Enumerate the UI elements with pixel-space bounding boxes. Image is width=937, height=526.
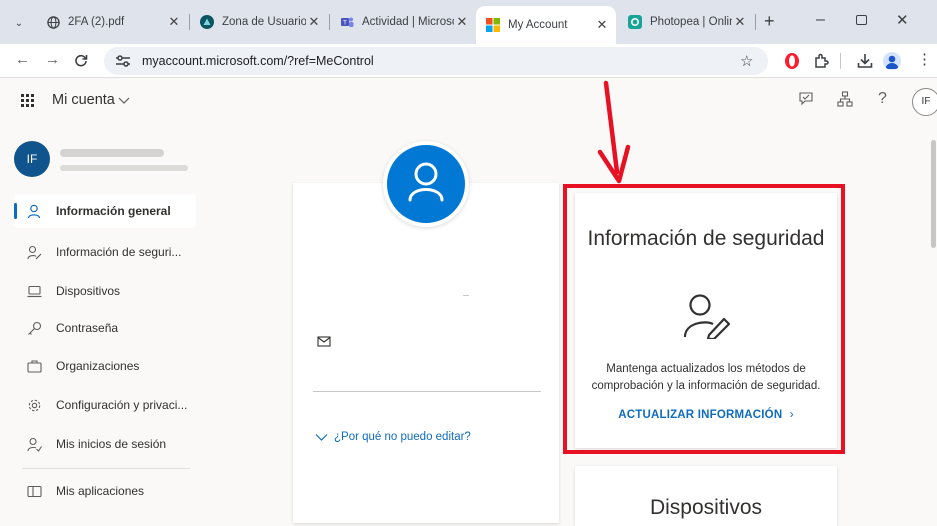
svg-text:T: T xyxy=(342,20,347,27)
tab-title: Actividad | Microsoft xyxy=(362,16,454,28)
opera-icon[interactable] xyxy=(784,52,800,70)
organization-icon[interactable] xyxy=(837,91,853,107)
sidebar-item-informacion-seguridad[interactable]: Información de seguri... xyxy=(14,235,196,269)
sidebar-item-label: Organizaciones xyxy=(56,359,140,373)
app-launcher-icon[interactable] xyxy=(21,94,34,107)
help-icon[interactable]: ? xyxy=(878,90,887,108)
reload-icon[interactable] xyxy=(74,53,88,67)
tab-title: 2FA (2).pdf xyxy=(68,16,125,28)
sidebar-item-label: Dispositivos xyxy=(56,284,121,298)
tab-photopea[interactable]: Photopea | Online ✕ xyxy=(618,8,754,36)
sidebar-item-informacion-general[interactable]: Información general xyxy=(14,194,196,228)
close-window-icon[interactable]: ✕ xyxy=(896,11,909,29)
person-signin-icon xyxy=(26,436,42,452)
back-arrow-icon[interactable]: ← xyxy=(15,51,30,68)
app-title[interactable]: Mi cuenta xyxy=(52,92,115,108)
chevron-down-icon xyxy=(315,433,328,441)
redacted-username xyxy=(60,149,164,157)
key-icon xyxy=(26,320,42,336)
restore-icon[interactable] xyxy=(856,15,867,25)
tab-2fa-pdf[interactable]: 2FA (2).pdf ✕ xyxy=(36,8,188,36)
photopea-icon xyxy=(628,15,642,29)
chevron-down-icon[interactable] xyxy=(118,95,130,105)
sidebar-item-label: Mis inicios de sesión xyxy=(56,437,167,451)
profile-icon[interactable] xyxy=(883,52,901,70)
globe-icon xyxy=(46,15,60,29)
highlight-box xyxy=(563,184,845,454)
sidebar-divider xyxy=(22,468,190,469)
page-scrollbar[interactable] xyxy=(931,140,936,248)
bookmark-star-icon[interactable]: ☆ xyxy=(740,52,753,70)
close-icon[interactable]: ✕ xyxy=(166,14,182,30)
mail-icon xyxy=(317,336,331,347)
person-icon xyxy=(408,162,444,202)
close-icon[interactable]: ✕ xyxy=(594,17,610,33)
why-cant-edit-text: ¿Por qué no puedo editar? xyxy=(334,431,471,443)
user-avatar: IF xyxy=(14,141,50,177)
tab-separator xyxy=(755,14,756,30)
extensions-puzzle-icon[interactable] xyxy=(813,53,829,69)
sidebar-item-label: Configuración y privaci... xyxy=(56,398,188,412)
more-menu-icon[interactable]: ⋮ xyxy=(917,51,932,69)
header-avatar[interactable]: IF xyxy=(912,88,937,116)
person-icon xyxy=(26,203,42,219)
tab-zona-usuarios[interactable]: Zona de Usuarios ✕ xyxy=(190,8,328,36)
browser-toolbar: ← → myaccount.microsoft.com/?ref=MeContr… xyxy=(0,44,937,78)
feedback-icon[interactable] xyxy=(798,91,814,107)
microsoft-logo-icon xyxy=(486,18,500,32)
profile-divider xyxy=(313,391,541,392)
tab-title: My Account xyxy=(508,19,568,31)
sidebar-item-label: Mis aplicaciones xyxy=(56,484,145,498)
briefcase-icon xyxy=(26,358,42,374)
laptop-icon xyxy=(26,283,42,299)
app-header: Mi cuenta ? IF xyxy=(0,78,937,124)
why-cant-edit-link[interactable]: ¿Por qué no puedo editar? xyxy=(315,431,471,443)
person-key-icon xyxy=(26,244,42,260)
close-icon[interactable]: ✕ xyxy=(732,14,748,30)
site-settings-icon[interactable] xyxy=(116,55,130,67)
profile-photo[interactable] xyxy=(383,141,469,227)
sidebar-item-contrasena[interactable]: Contraseña xyxy=(14,311,196,345)
forward-arrow-icon[interactable]: → xyxy=(45,51,60,68)
annotation-arrow xyxy=(592,80,632,188)
sidebar-item-label: Contraseña xyxy=(56,321,119,335)
redacted-email xyxy=(60,165,188,171)
sidebar-item-mis-inicios-sesion[interactable]: Mis inicios de sesión xyxy=(14,427,196,461)
sidebar-item-dispositivos[interactable]: Dispositivos xyxy=(14,274,196,308)
teams-icon: T xyxy=(340,15,354,29)
minimize-icon[interactable]: – xyxy=(816,11,825,29)
sidebar-item-organizaciones[interactable]: Organizaciones xyxy=(14,349,196,383)
settings-icon xyxy=(26,397,42,413)
toolbar-divider xyxy=(840,53,841,69)
tab-title: Photopea | Online xyxy=(650,16,732,28)
sidebar-item-mis-aplicaciones[interactable]: Mis aplicaciones xyxy=(14,474,196,508)
tab-title: Zona de Usuarios xyxy=(222,16,306,28)
address-bar[interactable]: myaccount.microsoft.com/?ref=MeControl ☆ xyxy=(104,47,768,75)
tab-my-account[interactable]: My Account ✕ xyxy=(476,6,616,44)
teal-triangle-icon xyxy=(200,15,214,29)
tab-actividad[interactable]: T Actividad | Microsoft ✕ xyxy=(330,8,476,36)
close-icon[interactable]: ✕ xyxy=(454,14,470,30)
sidebar-item-label: Información de seguri... xyxy=(56,245,182,259)
apps-icon xyxy=(26,483,42,499)
devices-card: Dispositivos xyxy=(575,466,837,526)
browser-tab-bar: ⌄ 2FA (2).pdf ✕ Zona de Usuarios ✕ T Act… xyxy=(0,0,937,44)
download-icon[interactable] xyxy=(857,53,873,69)
tab-search-button[interactable]: ⌄ xyxy=(10,14,28,32)
profile-card: ¿Por qué no puedo editar? xyxy=(293,183,559,523)
redacted-text xyxy=(463,295,469,296)
devices-card-title: Dispositivos xyxy=(649,496,763,519)
url-text: myaccount.microsoft.com/?ref=MeControl xyxy=(142,54,374,68)
sidebar-item-configuracion[interactable]: Configuración y privaci... xyxy=(14,388,196,422)
close-icon[interactable]: ✕ xyxy=(306,14,322,30)
new-tab-plus-icon[interactable]: + xyxy=(764,11,775,32)
sidebar-item-label: Información general xyxy=(56,204,171,218)
